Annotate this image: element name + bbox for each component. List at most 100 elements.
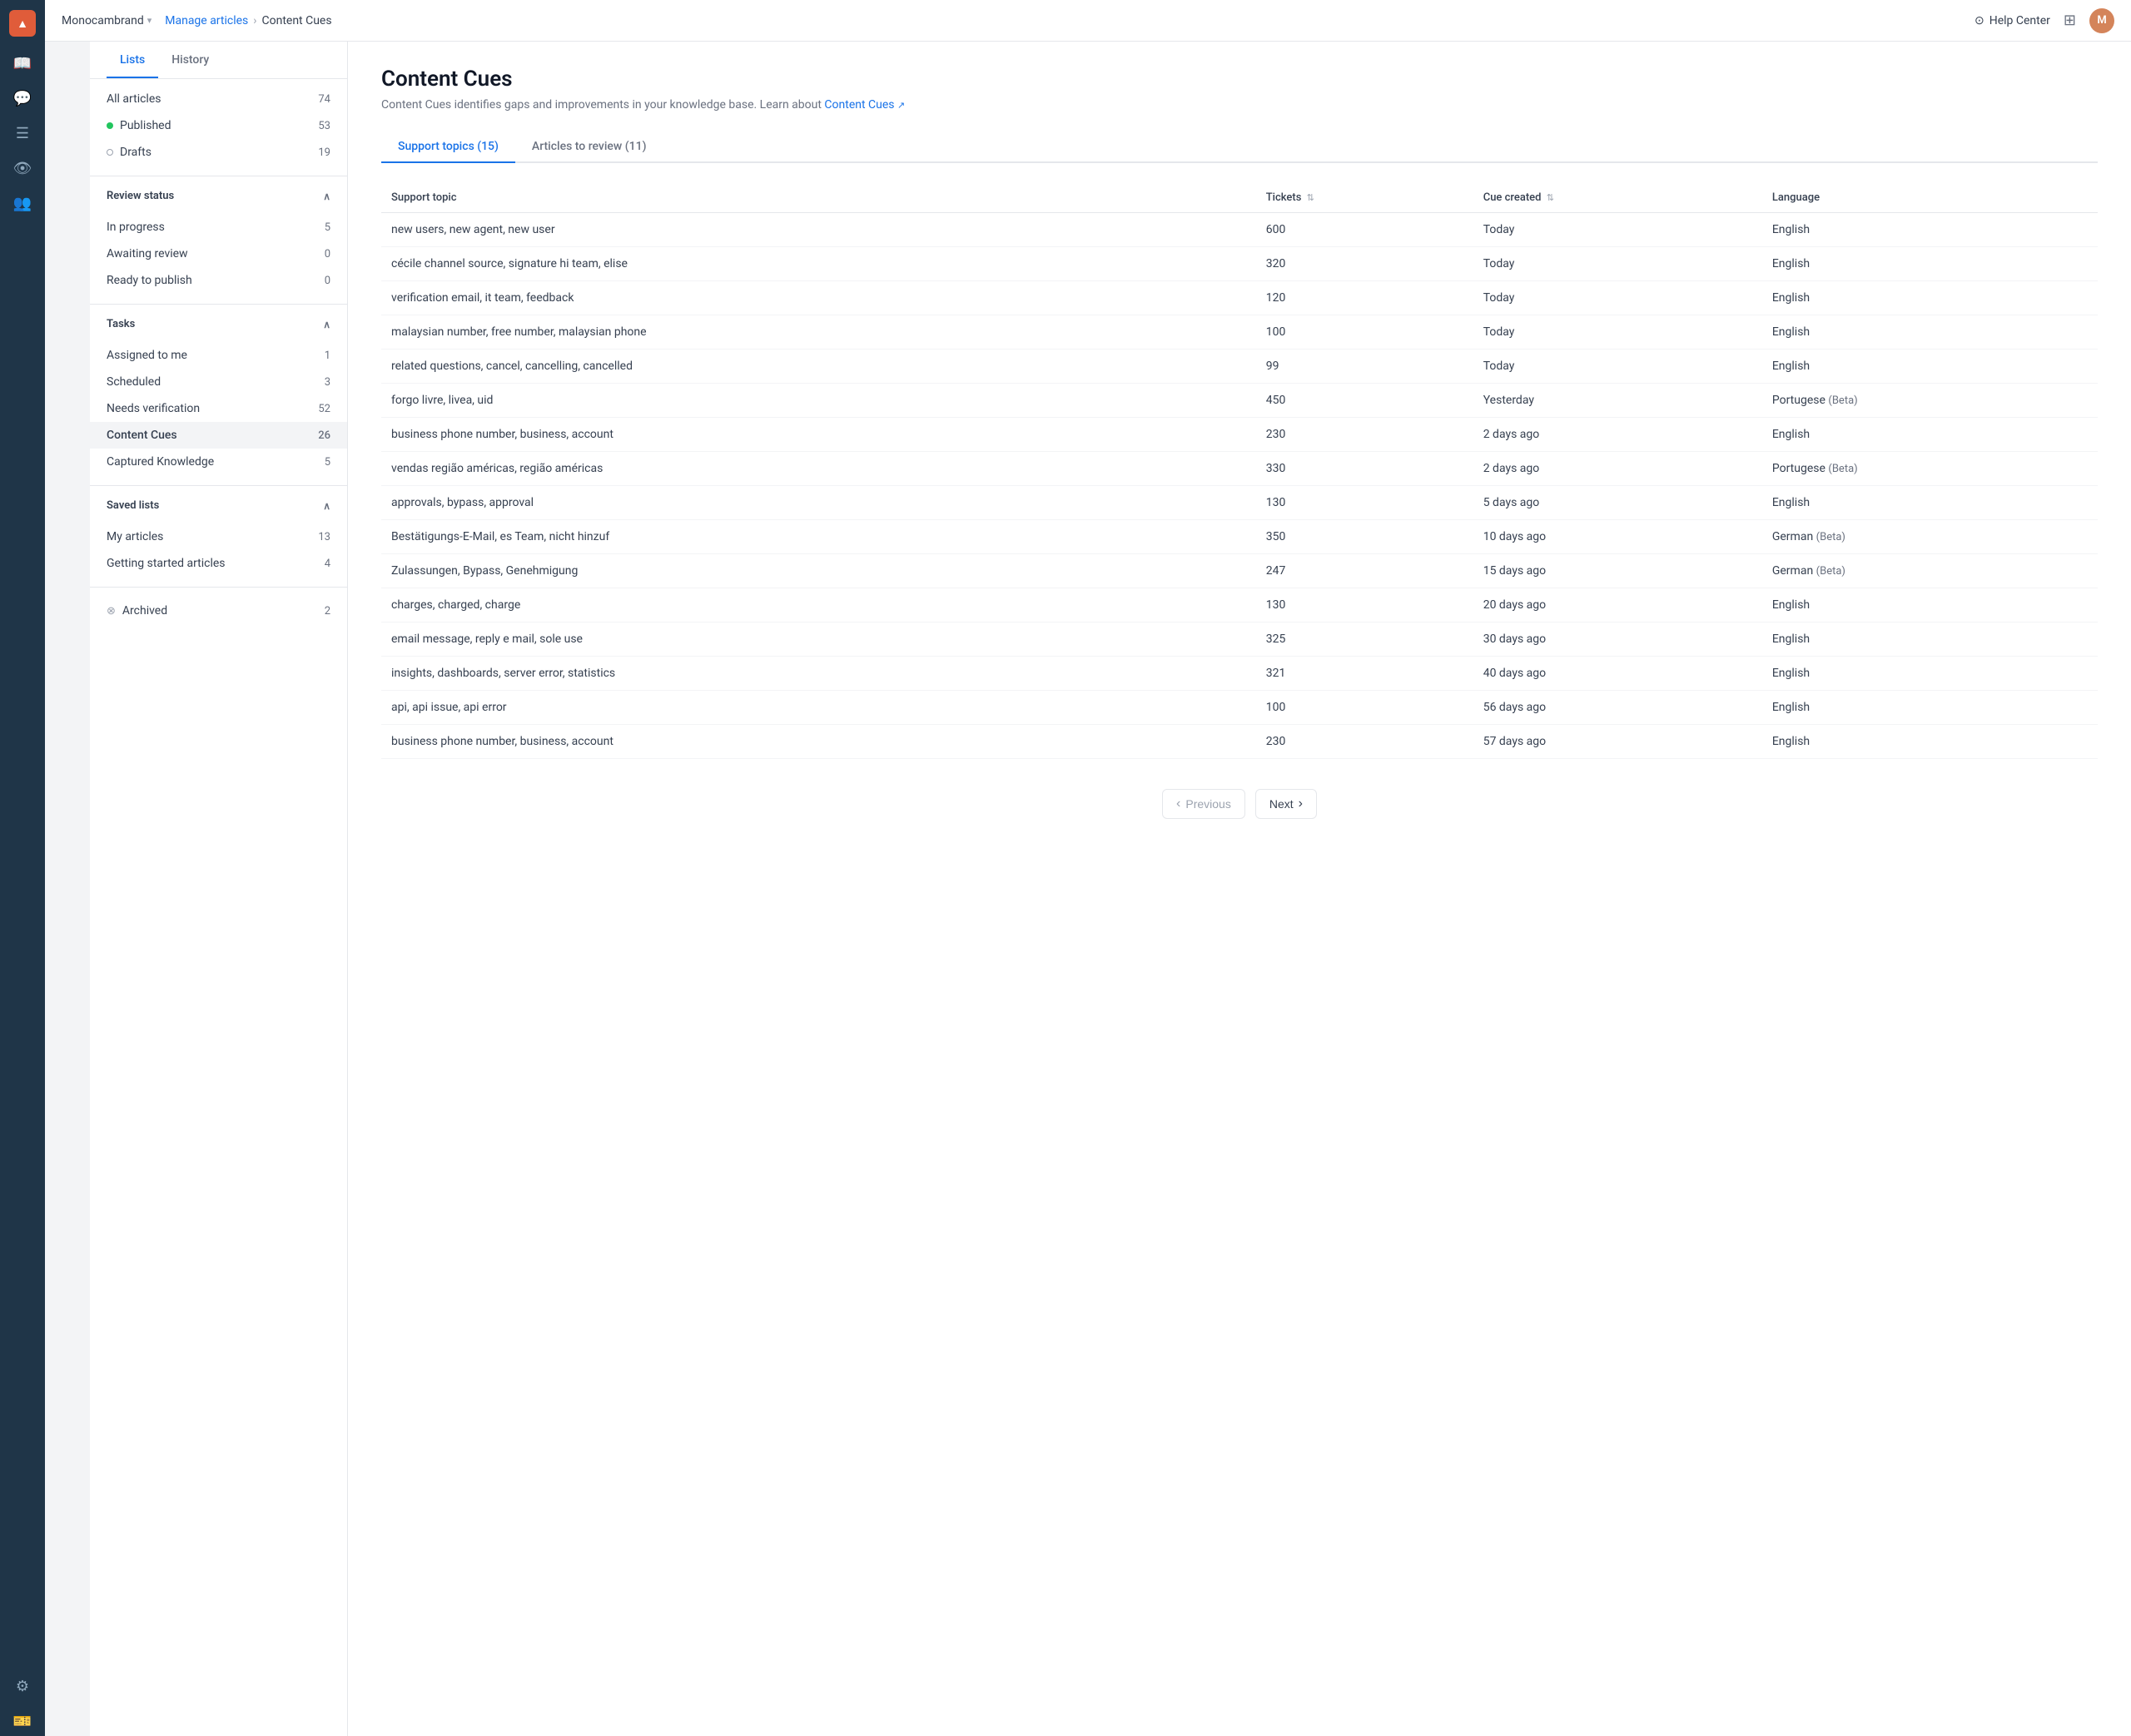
table-row[interactable]: email message, reply e mail, sole use 32…: [381, 622, 2098, 657]
table-row[interactable]: forgo livre, livea, uid 450 Yesterday Po…: [381, 384, 2098, 418]
cell-language-13: English: [1762, 657, 2098, 691]
cell-cue-created-8: 5 days ago: [1473, 486, 1762, 520]
brand-name: Monocambrand: [62, 14, 144, 27]
breadcrumb-manage-articles[interactable]: Manage articles: [165, 14, 248, 27]
scheduled-item[interactable]: Scheduled 3: [90, 369, 347, 395]
ready-to-publish-item[interactable]: Ready to publish 0: [90, 267, 347, 294]
my-articles-item[interactable]: My articles 13: [90, 523, 347, 550]
next-arrow-icon: ›: [1299, 796, 1303, 811]
cell-tickets-4: 99: [1256, 350, 1473, 384]
all-articles-count: 74: [318, 93, 330, 106]
table-row[interactable]: Zulassungen, Bypass, Genehmigung 247 15 …: [381, 554, 2098, 588]
tab-support-topics[interactable]: Support topics (15): [381, 131, 515, 163]
avatar[interactable]: M: [2089, 8, 2114, 33]
grid-icon[interactable]: ⊞: [2064, 12, 2076, 29]
tasks-chevron-icon[interactable]: ∧: [323, 319, 330, 330]
table-row[interactable]: new users, new agent, new user 600 Today…: [381, 213, 2098, 247]
assigned-to-me-item[interactable]: Assigned to me 1: [90, 342, 347, 369]
cell-language-15: English: [1762, 725, 2098, 759]
cell-language-9: German (Beta): [1762, 520, 2098, 554]
published-item[interactable]: Published 53: [90, 112, 347, 139]
table-row[interactable]: related questions, cancel, cancelling, c…: [381, 350, 2098, 384]
cell-topic-5: forgo livre, livea, uid: [381, 384, 1256, 418]
getting-started-articles-item[interactable]: Getting started articles 4: [90, 550, 347, 577]
table-row[interactable]: verification email, it team, feedback 12…: [381, 281, 2098, 315]
table-row[interactable]: api, api issue, api error 100 56 days ag…: [381, 691, 2098, 725]
col-tickets[interactable]: Tickets ⇅: [1256, 183, 1473, 213]
cell-cue-created-15: 57 days ago: [1473, 725, 1762, 759]
tab-lists[interactable]: Lists: [107, 42, 158, 78]
nav-icon-people[interactable]: 👥: [7, 188, 37, 218]
nav-icon-gear[interactable]: ⚙: [7, 1671, 37, 1701]
cell-tickets-0: 600: [1256, 213, 1473, 247]
cell-tickets-6: 230: [1256, 418, 1473, 452]
cell-cue-created-7: 2 days ago: [1473, 452, 1762, 486]
nav-icon-ticket[interactable]: 🎫: [7, 1706, 37, 1736]
learn-more-link[interactable]: Content Cues ↗: [824, 98, 905, 112]
cell-cue-created-6: 2 days ago: [1473, 418, 1762, 452]
cell-tickets-3: 100: [1256, 315, 1473, 350]
nav-icon-chat[interactable]: 💬: [7, 83, 37, 113]
cell-tickets-2: 120: [1256, 281, 1473, 315]
tab-articles-to-review[interactable]: Articles to review (11): [515, 131, 663, 163]
cell-cue-created-9: 10 days ago: [1473, 520, 1762, 554]
brand-chevron: ▾: [147, 15, 152, 26]
top-navbar: Monocambrand ▾ Manage articles › Content…: [45, 0, 2131, 42]
cell-topic-0: new users, new agent, new user: [381, 213, 1256, 247]
cell-topic-2: verification email, it team, feedback: [381, 281, 1256, 315]
table-row[interactable]: insights, dashboards, server error, stat…: [381, 657, 2098, 691]
cell-language-11: English: [1762, 588, 2098, 622]
cell-topic-1: cécile channel source, signature hi team…: [381, 247, 1256, 281]
previous-button[interactable]: ‹ Previous: [1162, 789, 1245, 819]
table-row[interactable]: Bestätigungs-E-Mail, es Team, nicht hinz…: [381, 520, 2098, 554]
table-row[interactable]: business phone number, business, account…: [381, 418, 2098, 452]
captured-knowledge-item[interactable]: Captured Knowledge 5: [90, 449, 347, 475]
cell-tickets-10: 247: [1256, 554, 1473, 588]
table-row[interactable]: business phone number, business, account…: [381, 725, 2098, 759]
needs-verification-item[interactable]: Needs verification 52: [90, 395, 347, 422]
published-dot-icon: [107, 122, 113, 129]
nav-icon-book[interactable]: 📖: [7, 48, 37, 78]
table-row[interactable]: approvals, bypass, approval 130 5 days a…: [381, 486, 2098, 520]
archived-label: ⊗ Archived: [107, 604, 167, 618]
nav-icon-eye[interactable]: 👁: [7, 153, 37, 183]
in-progress-item[interactable]: In progress 5: [90, 214, 347, 241]
icon-sidebar: ▲ 📖 💬 ☰ 👁 👥 ⚙ 🎫: [0, 0, 45, 1736]
brand-menu[interactable]: Monocambrand ▾: [62, 14, 152, 27]
nav-icon-list[interactable]: ☰: [7, 118, 37, 148]
cell-language-10: German (Beta): [1762, 554, 2098, 588]
all-articles-item[interactable]: All articles 74: [90, 86, 347, 112]
awaiting-review-item[interactable]: Awaiting review 0: [90, 241, 347, 267]
review-status-chevron-icon[interactable]: ∧: [323, 191, 330, 202]
external-link-icon: ↗: [897, 100, 905, 111]
drafts-label: Drafts: [107, 146, 152, 159]
content-tabs: Support topics (15) Articles to review (…: [381, 131, 2098, 163]
app-logo[interactable]: ▲: [9, 10, 36, 37]
table-row[interactable]: vendas região américas, região américas …: [381, 452, 2098, 486]
cell-cue-created-12: 30 days ago: [1473, 622, 1762, 657]
left-panel-tabs: Lists History: [90, 42, 347, 79]
archived-count: 2: [325, 605, 330, 618]
table-row[interactable]: cécile channel source, signature hi team…: [381, 247, 2098, 281]
col-cue-created[interactable]: Cue created ⇅: [1473, 183, 1762, 213]
cell-language-4: English: [1762, 350, 2098, 384]
drafts-item[interactable]: Drafts 19: [90, 139, 347, 166]
help-center-button[interactable]: ⊙ Help Center: [1975, 14, 2050, 27]
left-panel: Lists History All articles 74 Published …: [90, 42, 348, 1736]
page-description: Content Cues identifies gaps and improve…: [381, 98, 2098, 112]
cell-cue-created-5: Yesterday: [1473, 384, 1762, 418]
saved-lists-chevron-icon[interactable]: ∧: [323, 500, 330, 512]
table-row[interactable]: charges, charged, charge 130 20 days ago…: [381, 588, 2098, 622]
archive-icon: ⊗: [107, 605, 116, 618]
cell-tickets-15: 230: [1256, 725, 1473, 759]
archived-item[interactable]: ⊗ Archived 2: [90, 598, 347, 624]
cell-topic-3: malaysian number, free number, malaysian…: [381, 315, 1256, 350]
cell-cue-created-10: 15 days ago: [1473, 554, 1762, 588]
cell-tickets-13: 321: [1256, 657, 1473, 691]
tab-history[interactable]: History: [158, 42, 222, 78]
content-cues-item[interactable]: Content Cues 26: [90, 422, 347, 449]
next-button[interactable]: Next ›: [1255, 789, 1317, 819]
table-row[interactable]: malaysian number, free number, malaysian…: [381, 315, 2098, 350]
cell-tickets-5: 450: [1256, 384, 1473, 418]
divider-4: [90, 587, 347, 588]
